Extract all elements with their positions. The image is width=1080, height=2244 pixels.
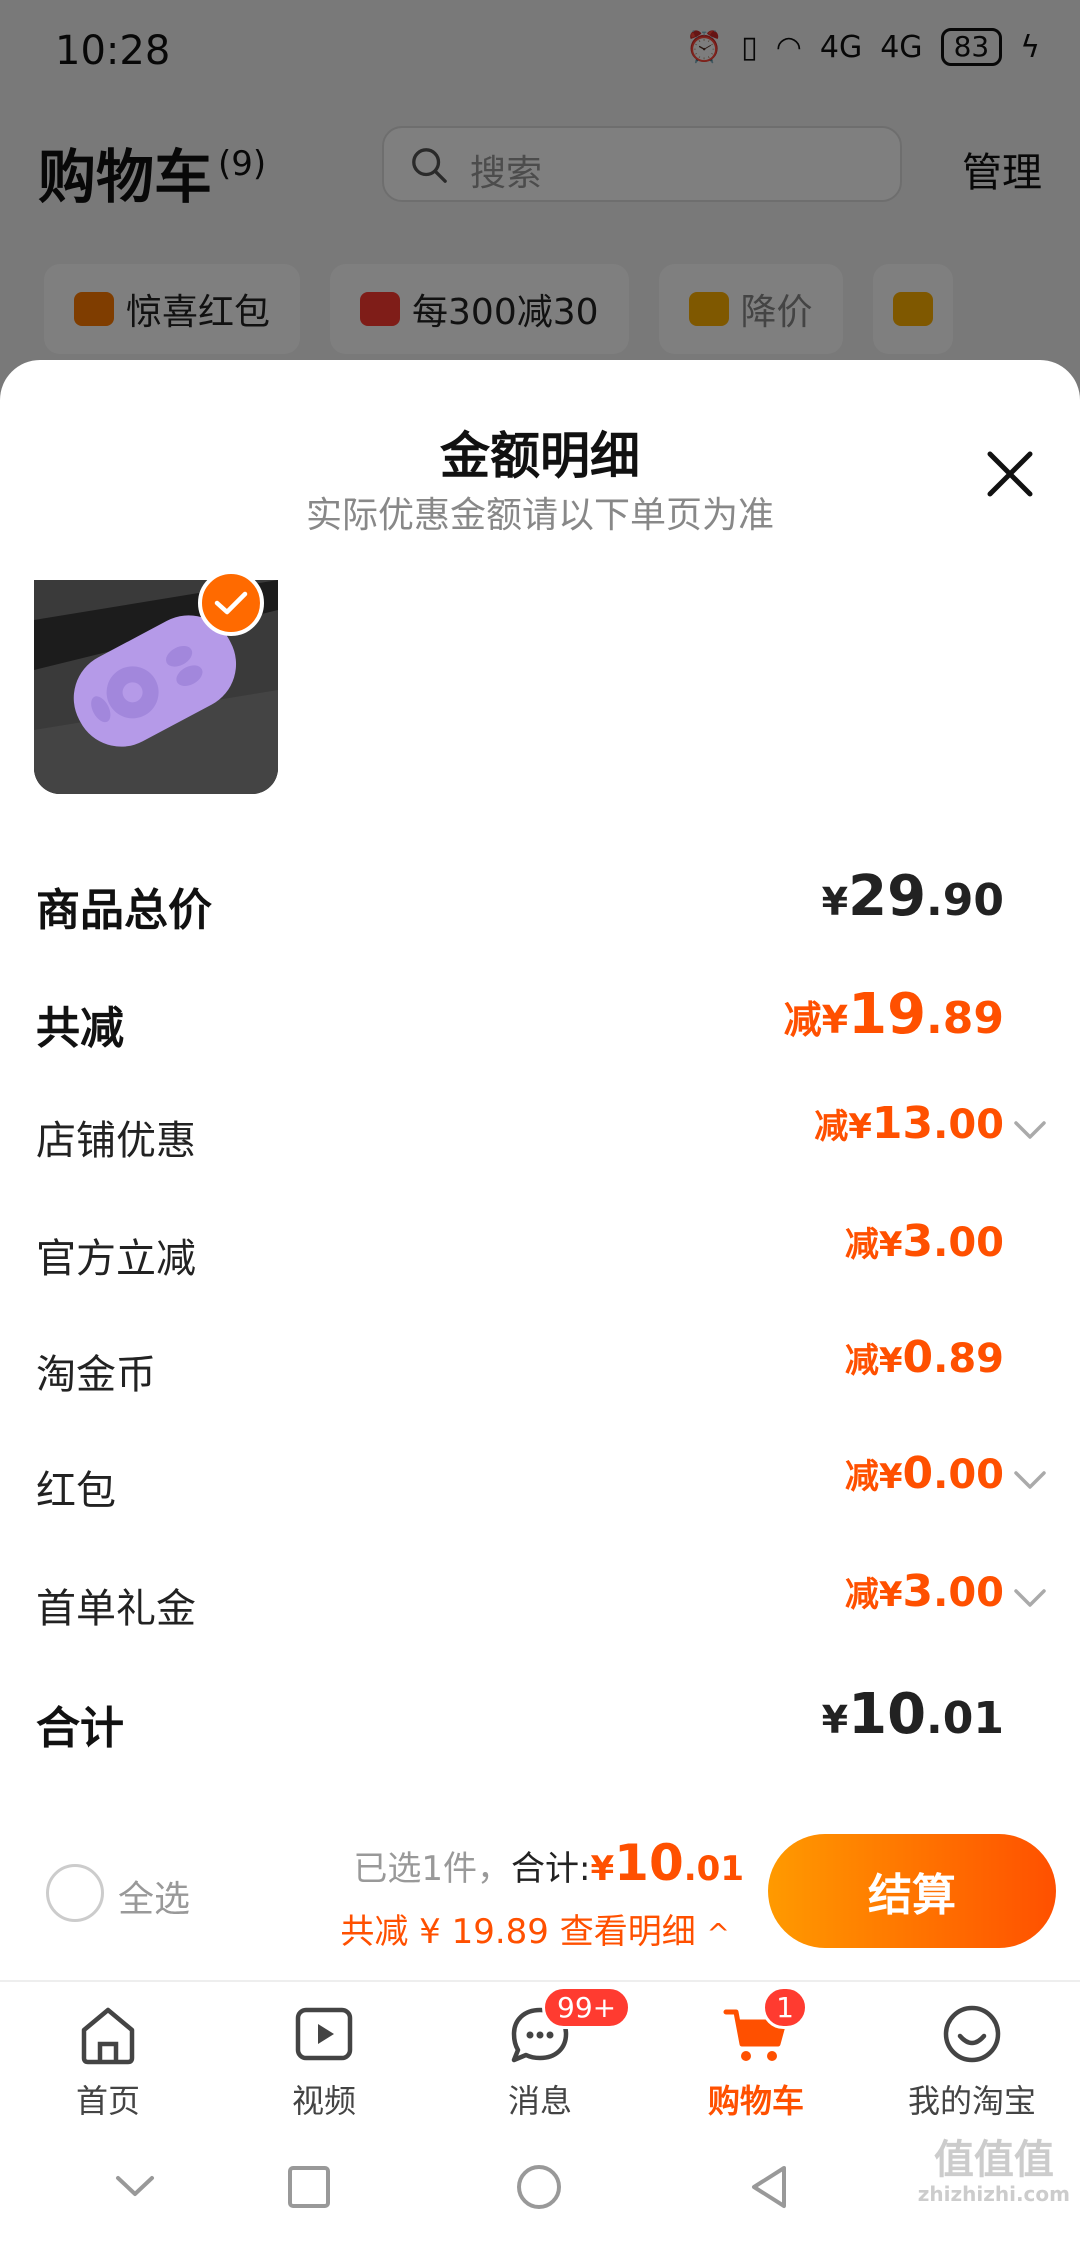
row-value: 减¥3.00 — [844, 1566, 1004, 1617]
tab-home[interactable]: 首页 — [0, 1982, 216, 2130]
row-label: 合计 — [36, 1703, 124, 1754]
tab-label: 首页 — [75, 2082, 140, 2120]
tab-label: 消息 — [507, 2082, 572, 2120]
row-official-discount: 官方立减 减¥3.00 — [0, 1212, 1080, 1292]
row-label: 首单礼金 — [36, 1586, 196, 1632]
row-red-packet[interactable]: 红包 减¥0.00 — [0, 1444, 1080, 1524]
chevron-up-icon: ^ — [706, 1917, 730, 1950]
row-value: 减¥0.00 — [844, 1448, 1004, 1499]
checkout-button[interactable]: 结算 — [768, 1834, 1056, 1948]
recent-apps-icon[interactable] — [284, 2162, 334, 2212]
row-value: ¥29.90 — [821, 864, 1004, 929]
tab-label: 购物车 — [707, 2082, 804, 2120]
row-value: 减¥19.89 — [783, 982, 1004, 1047]
row-label: 官方立减 — [36, 1236, 196, 1282]
tab-messages[interactable]: 消息 99+ — [432, 1982, 648, 2130]
watermark-url: zhizhizhi.com — [917, 2182, 1070, 2206]
back-icon[interactable] — [744, 2162, 794, 2212]
row-label: 红包 — [36, 1468, 116, 1514]
close-icon[interactable] — [980, 444, 1040, 504]
row-value: 减¥0.89 — [844, 1332, 1004, 1383]
sheet-title: 金额明细 — [440, 427, 640, 485]
video-icon — [295, 2007, 353, 2061]
tab-cart[interactable]: 购物车 1 — [648, 1982, 864, 2130]
row-label: 店铺优惠 — [36, 1118, 196, 1164]
message-badge: 99+ — [542, 1986, 632, 2029]
selected-check-icon[interactable] — [198, 570, 264, 636]
tab-label: 我的淘宝 — [907, 2082, 1036, 2120]
system-nav-bar: 值值值 zhizhizhi.com — [0, 2130, 1080, 2244]
amount-detail-sheet: 金额明细 实际优惠金额请以下单页为准 商品总价 ¥29.90 共减 减¥19.8… — [0, 360, 1080, 1980]
smile-icon — [943, 2005, 1001, 2063]
row-label: 商品总价 — [36, 885, 212, 936]
total-value: ¥10.01 — [590, 1834, 745, 1892]
tab-video[interactable]: 视频 — [216, 1982, 432, 2130]
row-label: 淘金币 — [36, 1352, 156, 1398]
row-value: 减¥13.00 — [814, 1098, 1004, 1149]
sheet-subtitle: 实际优惠金额请以下单页为准 — [305, 495, 774, 536]
row-first-order-gift[interactable]: 首单礼金 减¥3.00 — [0, 1562, 1080, 1642]
discount-text: 共减 ¥ 19.89 查看明细 — [340, 1912, 696, 1952]
row-value: ¥10.01 — [821, 1682, 1004, 1747]
tab-my-taobao[interactable]: 我的淘宝 — [864, 1982, 1080, 2130]
chevron-down-icon[interactable] — [1012, 1118, 1048, 1142]
chevron-down-icon[interactable] — [110, 2162, 160, 2212]
row-total-price: 商品总价 ¥29.90 — [0, 860, 1080, 940]
row-value: 减¥3.00 — [844, 1216, 1004, 1267]
home-icon — [81, 2007, 135, 2065]
watermark-logo: 值值值 — [933, 2137, 1054, 2183]
total-label: 合计: — [511, 1849, 591, 1889]
bottom-tab-bar: 首页 视频 消息 99+ 购物车 1 我的淘宝 — [0, 1980, 1080, 2130]
overlay-dim[interactable] — [0, 0, 1080, 400]
cart-badge: 1 — [762, 1986, 808, 2029]
select-all-checkbox[interactable] — [46, 1864, 104, 1922]
watermark: 值值值 zhizhizhi.com — [918, 2140, 1070, 2204]
row-taojinbi: 淘金币 减¥0.89 — [0, 1328, 1080, 1408]
row-total-discount: 共减 减¥19.89 — [0, 978, 1080, 1058]
chevron-down-icon[interactable] — [1012, 1468, 1048, 1492]
checkout-summary: 已选1件，合计:¥10.01 — [353, 1834, 744, 1892]
tab-label: 视频 — [291, 2082, 356, 2120]
row-shop-discount[interactable]: 店铺优惠 减¥13.00 — [0, 1094, 1080, 1174]
selected-count: 已选1件， — [353, 1849, 512, 1889]
view-details-link[interactable]: 共减 ¥ 19.89 查看明细 ^ — [340, 1904, 730, 1953]
row-grand-total: 合计 ¥10.01 — [0, 1678, 1080, 1758]
cart-page-background: 10:28 ⏰ ▯ ◠ 4G 4G 83 ϟ 购物车 (9) 搜索 管理 惊喜红… — [0, 0, 1080, 400]
home-button-icon[interactable] — [514, 2162, 564, 2212]
row-label: 共减 — [36, 1003, 124, 1054]
check-icon — [214, 591, 248, 615]
select-all-label[interactable]: 全选 — [118, 1870, 190, 1922]
checkout-bar: 全选 已选1件，合计:¥10.01 共减 ¥ 19.89 查看明细 ^ 结算 — [0, 1812, 1080, 1980]
chevron-down-icon[interactable] — [1012, 1586, 1048, 1610]
